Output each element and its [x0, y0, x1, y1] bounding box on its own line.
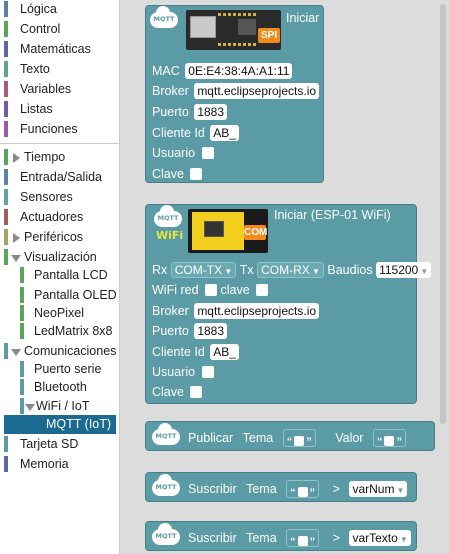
category-color-bar — [20, 267, 24, 283]
mqtt-cloud-icon: MQTT — [152, 523, 180, 547]
publish-row: Publicar Tema “” Valor “” — [188, 427, 406, 448]
port-row: Puerto 1883 — [152, 320, 228, 340]
topic-string-input[interactable]: “” — [286, 528, 320, 548]
com-badge: COM — [244, 225, 268, 240]
user-row: Usuario — [152, 361, 214, 381]
wifi-key-field[interactable] — [256, 283, 269, 296]
mqtt-cloud-icon: MQTT — [152, 423, 180, 447]
mqtt-cloud-icon: MQTT — [150, 6, 178, 30]
category-color-bar — [4, 436, 8, 452]
expand-arrow-icon[interactable] — [13, 153, 20, 163]
mqtt-cloud-icon: MQTT — [154, 205, 182, 229]
toolbox: Lógica Control Matemáticas Texto Variabl… — [0, 0, 120, 554]
password-row: Clave — [152, 163, 203, 183]
mac-row: MAC 0E:E4:38:4A:A1:11 — [152, 60, 293, 80]
category-color-bar — [4, 21, 8, 37]
client-id-field[interactable]: AB_ — [210, 124, 239, 141]
mqtt-esp01-init-block[interactable]: MQTT WiFi COM Iniciar (ESP-01 WiFi) Rx C… — [145, 204, 432, 404]
mac-field[interactable]: 0E:E4:38:4A:A1:11 — [185, 62, 293, 79]
category-color-bar — [20, 287, 24, 303]
collapse-arrow-icon[interactable] — [11, 349, 21, 356]
password-field[interactable] — [190, 385, 203, 398]
workspace-scrollbar[interactable] — [440, 4, 446, 424]
category-color-bar — [4, 1, 8, 17]
spi-badge: SPI — [258, 28, 280, 43]
collapse-arrow-icon[interactable] — [25, 404, 35, 411]
category-mqtt-iot[interactable]: MQTT (IoT) — [4, 415, 116, 434]
category-color-bar — [4, 41, 8, 57]
category-color-bar — [4, 249, 8, 265]
category-color-bar — [4, 209, 8, 225]
client-id-field[interactable]: AB_ — [210, 343, 239, 360]
topic-string-input[interactable]: “” — [286, 479, 320, 499]
category-color-bar — [4, 456, 8, 472]
mqtt-subscribe-num-block[interactable]: MQTT Suscribir Tema “” > varNum ▼ — [145, 472, 417, 502]
category-color-bar — [4, 169, 8, 185]
block-title: Iniciar — [286, 11, 320, 25]
category-color-bar — [4, 229, 8, 245]
port-row: Puerto 1883 — [152, 101, 228, 121]
wifi-network-field[interactable] — [205, 283, 218, 296]
broker-row: Broker mqtt.eclipseprojects.io — [152, 300, 320, 320]
category-color-bar — [4, 343, 8, 359]
user-field[interactable] — [201, 146, 214, 159]
category-color-bar — [4, 149, 8, 165]
port-field[interactable]: 1883 — [194, 103, 228, 120]
category-color-bar — [4, 121, 8, 137]
mqtt-cloud-icon: MQTT — [152, 474, 180, 498]
password-field[interactable] — [190, 167, 203, 180]
collapse-arrow-icon[interactable] — [11, 255, 21, 262]
password-row: Clave — [152, 381, 203, 401]
category-color-bar — [4, 81, 8, 97]
user-field[interactable] — [201, 365, 214, 378]
broker-row: Broker mqtt.eclipseprojects.io — [152, 80, 320, 100]
expand-arrow-icon[interactable] — [13, 233, 20, 243]
value-string-input[interactable]: “” — [372, 428, 406, 448]
broker-field[interactable]: mqtt.eclipseprojects.io — [194, 302, 320, 319]
block-title: Iniciar (ESP-01 WiFi) — [274, 208, 391, 222]
mqtt-subscribe-text-block[interactable]: MQTT Suscribir Tema “” > varTexto ▼ — [145, 521, 417, 551]
esp01-module-image: COM — [188, 209, 268, 253]
topic-string-input[interactable]: “” — [282, 428, 316, 448]
category-color-bar — [4, 101, 8, 117]
mqtt-ethernet-init-block[interactable]: MQTT SPI Iniciar MAC 0E:E4:38:4A:A1:11 B… — [145, 5, 324, 183]
category-color-bar — [4, 189, 8, 205]
tx-dropdown[interactable]: COM-RX ▼ — [257, 261, 324, 278]
mqtt-publish-block[interactable]: MQTT Publicar Tema “” Valor “” — [145, 421, 435, 451]
category-color-bar — [20, 379, 24, 395]
ethernet-module-image: SPI — [186, 10, 281, 50]
port-field[interactable]: 1883 — [194, 322, 228, 339]
category-color-bar — [20, 305, 24, 321]
wifi-logo-icon: WiFi — [156, 229, 184, 242]
category-color-bar — [4, 61, 8, 77]
category-color-bar — [20, 398, 24, 414]
category-color-bar — [20, 361, 24, 377]
variable-dropdown[interactable]: varNum ▼ — [349, 480, 408, 497]
variable-dropdown[interactable]: varTexto ▼ — [349, 529, 411, 546]
baud-dropdown[interactable]: 115200 ▼ — [376, 261, 432, 278]
client-id-row: Cliente Id AB_ — [152, 341, 239, 361]
serial-config-row: Rx COM-TX ▼ Tx COM-RX ▼ Baudios 115200 ▼ — [152, 259, 432, 279]
wifi-row: WiFi red clave — [152, 279, 269, 299]
broker-field[interactable]: mqtt.eclipseprojects.io — [194, 82, 320, 99]
rx-dropdown[interactable]: COM-TX ▼ — [170, 261, 237, 278]
subscribe-row: Suscribir Tema “” > varTexto ▼ — [188, 527, 411, 548]
subscribe-row: Suscribir Tema “” > varNum ▼ — [188, 478, 408, 499]
toolbox-separator — [0, 143, 119, 144]
client-id-row: Cliente Id AB_ — [152, 122, 239, 142]
user-row: Usuario — [152, 142, 214, 162]
category-color-bar — [20, 323, 24, 339]
